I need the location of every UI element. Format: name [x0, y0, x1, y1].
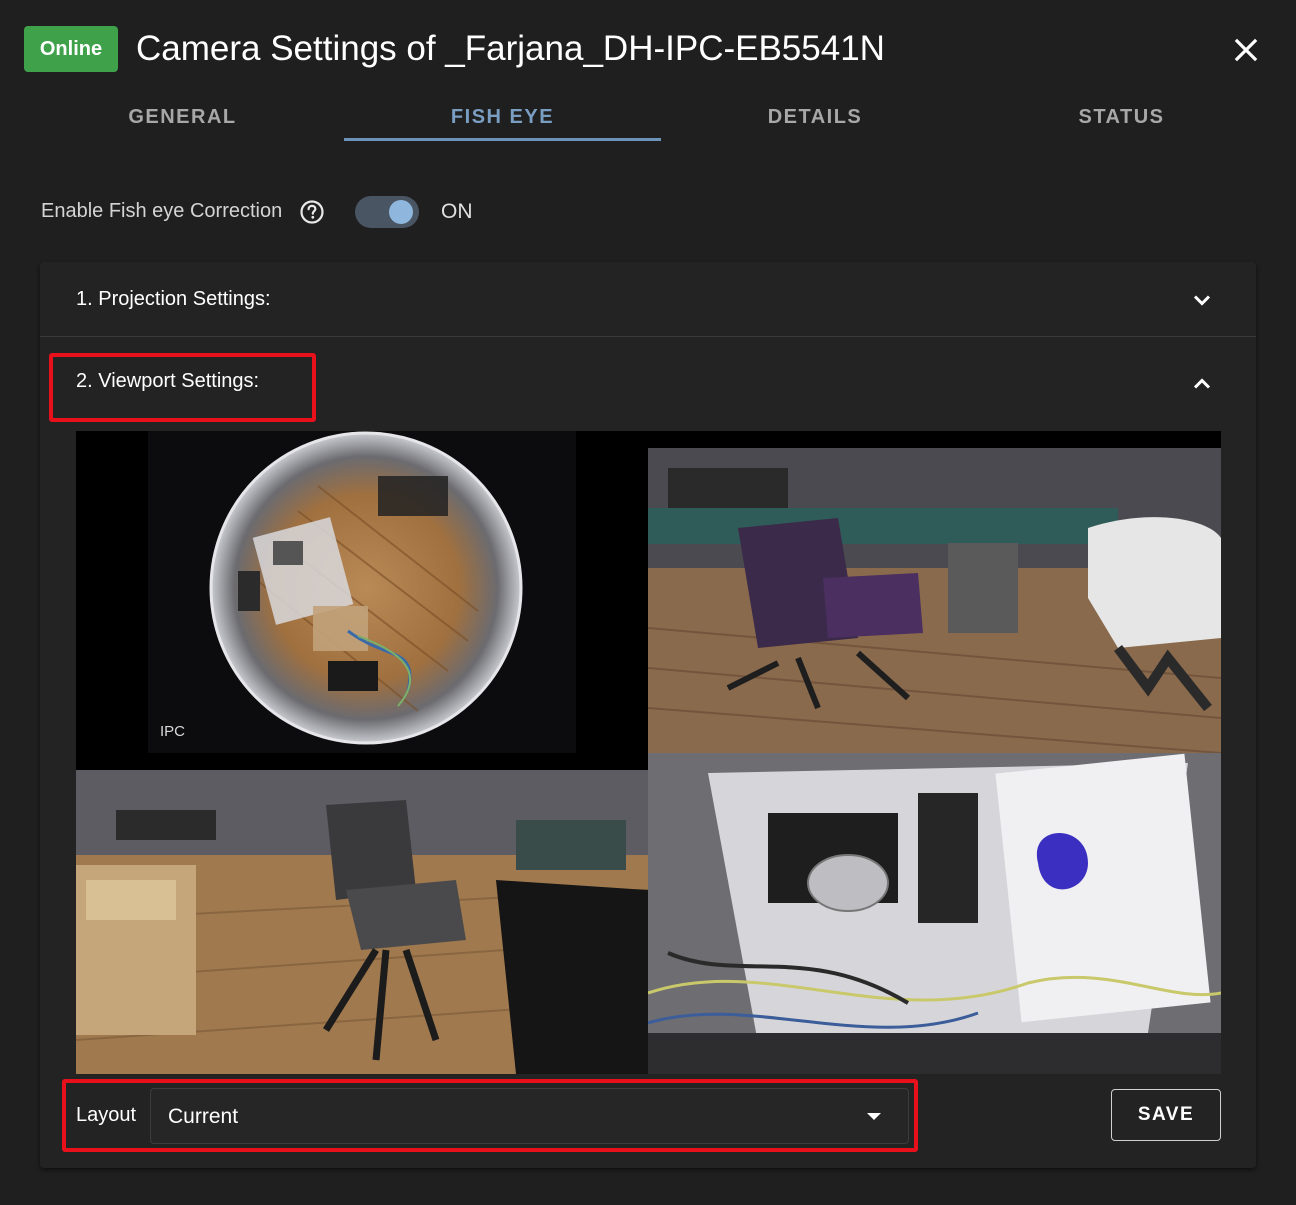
projection-settings-title: 1. Projection Settings: — [76, 288, 271, 310]
fisheye-original-view: IPC — [148, 431, 576, 753]
fisheye-correction-label: Enable Fish eye Correction — [41, 200, 283, 222]
toggle-knob — [389, 200, 413, 224]
tab-general[interactable]: GENERAL — [24, 92, 341, 142]
tab-status[interactable]: STATUS — [964, 92, 1279, 142]
dewarped-view-1 — [648, 448, 1221, 753]
viewport-settings-title: 2. Viewport Settings: — [76, 370, 260, 392]
dialog-title: Camera Settings of _Farjana_DH-IPC-EB554… — [136, 29, 885, 68]
close-icon[interactable] — [1226, 30, 1266, 70]
status-badge: Online — [24, 26, 118, 72]
layout-row: Layout Current SAVE — [76, 1084, 1221, 1146]
viewport-settings-header[interactable]: 2. Viewport Settings: — [40, 346, 1256, 420]
tab-details[interactable]: DETAILS — [656, 92, 974, 142]
tab-fish-eye[interactable]: FISH EYE — [344, 92, 661, 142]
dewarped-view-2 — [76, 770, 648, 1074]
toggle-state-text: ON — [441, 200, 473, 223]
viewport-preview: IPC — [76, 431, 1221, 1074]
active-tab-indicator — [344, 138, 661, 141]
fisheye-watermark: IPC — [160, 723, 185, 740]
fisheye-correction-row: Enable Fish eye Correction ON — [41, 190, 641, 234]
chevron-down-icon[interactable] — [1190, 288, 1214, 312]
accordion-divider — [40, 336, 1256, 337]
layout-select[interactable]: Current — [150, 1088, 909, 1144]
dialog-header: Online Camera Settings of _Farjana_DH-IP… — [0, 0, 1296, 96]
settings-accordion: 1. Projection Settings: 2. Viewport Sett… — [40, 262, 1256, 1168]
projection-settings-header[interactable]: 1. Projection Settings: — [40, 262, 1256, 336]
dewarped-view-3 — [648, 753, 1221, 1074]
fisheye-correction-toggle[interactable] — [355, 196, 419, 228]
layout-label: Layout — [76, 1104, 137, 1126]
layout-select-value: Current — [168, 1105, 239, 1128]
dropdown-arrow-icon[interactable] — [865, 1109, 883, 1125]
help-circle-icon[interactable] — [299, 199, 325, 225]
tab-bar: GENERAL FISH EYE DETAILS STATUS — [24, 92, 1272, 144]
save-button[interactable]: SAVE — [1111, 1089, 1221, 1141]
chevron-up-icon[interactable] — [1190, 372, 1214, 396]
